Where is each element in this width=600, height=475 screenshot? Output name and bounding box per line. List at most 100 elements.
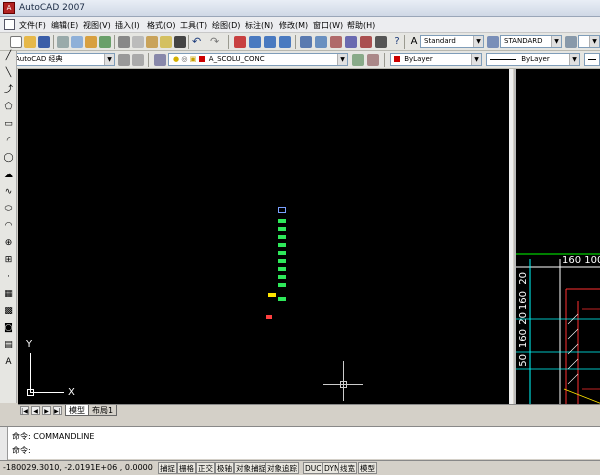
polar-toggle[interactable]: 极轴	[215, 462, 234, 474]
polygon-icon[interactable]: ⬠	[3, 102, 14, 113]
undo-icon[interactable]: ↶	[192, 36, 204, 48]
new-icon[interactable]	[10, 36, 22, 48]
paste-icon[interactable]	[146, 36, 158, 48]
preview-icon[interactable]	[71, 36, 83, 48]
separator	[228, 35, 229, 49]
detail-viewport[interactable]: 160 100 20 160 20 160 50	[514, 69, 600, 404]
layer-select[interactable]: ● ◎ ▣ A_SCOLU_CONC ▼	[168, 53, 348, 66]
menu-modify[interactable]: 修改(M)	[279, 20, 308, 31]
zoom-realtime-icon[interactable]	[249, 36, 261, 48]
polyline-icon[interactable]: ⤴	[3, 85, 14, 96]
ortho-toggle[interactable]: 正交	[196, 462, 215, 474]
menu-dimension[interactable]: 标注(N)	[245, 20, 273, 31]
pan-icon[interactable]	[234, 36, 246, 48]
table-icon[interactable]: ▤	[3, 340, 14, 351]
chevron-down-icon: ▼	[551, 36, 561, 47]
zoom-previous-icon[interactable]	[279, 36, 291, 48]
publish-icon[interactable]	[85, 36, 97, 48]
ellipse-arc-icon[interactable]: ◠	[3, 221, 14, 232]
menu-draw[interactable]: 绘图(D)	[212, 20, 240, 31]
grid-toggle[interactable]: 栅格	[177, 462, 196, 474]
layer-previous-icon[interactable]	[367, 54, 379, 66]
region-icon[interactable]: ◙	[3, 323, 14, 334]
sheet-set-icon[interactable]	[345, 36, 357, 48]
osnap-toggle[interactable]: 对象捕捉	[234, 462, 268, 474]
3d-dwf-icon[interactable]	[99, 36, 111, 48]
rectangle-icon[interactable]: ▭	[3, 119, 14, 130]
dim-style-select[interactable]: STANDARD ▼	[500, 35, 562, 48]
table-style-select[interactable]: ▼	[578, 35, 600, 48]
open-icon[interactable]	[24, 36, 36, 48]
canvas-scrollbar[interactable]	[509, 69, 513, 404]
color-select[interactable]: ByLayer ▼	[390, 53, 482, 66]
text-style-select[interactable]: Standard ▼	[420, 35, 484, 48]
workspace-settings-icon[interactable]	[118, 54, 130, 66]
calculator-icon[interactable]	[375, 36, 387, 48]
match-properties-icon[interactable]	[160, 36, 172, 48]
make-block-icon[interactable]: ⊞	[3, 255, 14, 266]
tab-next-icon[interactable]: ▶	[42, 406, 51, 415]
workspace-select[interactable]: AutoCAD 经典 ▼	[11, 53, 115, 66]
menu-edit[interactable]: 编辑(E)	[51, 20, 78, 31]
text-style-icon[interactable]: A	[408, 36, 420, 48]
point-icon[interactable]: ·	[3, 272, 14, 283]
tab-model[interactable]: 模型	[65, 405, 89, 416]
redo-icon[interactable]: ↷	[210, 36, 222, 48]
document-icon[interactable]	[4, 19, 15, 30]
zoom-window-icon[interactable]	[264, 36, 276, 48]
insert-block-icon[interactable]: ⊕	[3, 238, 14, 249]
hatch-icon[interactable]: ▦	[3, 289, 14, 300]
tab-layout1[interactable]: 布局1	[88, 405, 118, 416]
model-toggle[interactable]: 模型	[358, 462, 377, 474]
drawing-canvas[interactable]: Y X	[18, 69, 513, 404]
chevron-down-icon: ▼	[589, 36, 599, 47]
tab-first-icon[interactable]: |◀	[20, 406, 29, 415]
table-style-icon[interactable]	[565, 36, 577, 48]
design-center-icon[interactable]	[315, 36, 327, 48]
gradient-icon[interactable]: ▩	[3, 306, 14, 317]
menu-tools[interactable]: 工具(T)	[180, 20, 207, 31]
menu-help[interactable]: 帮助(H)	[347, 20, 375, 31]
block-editor-icon[interactable]	[174, 36, 186, 48]
layer-manager-icon[interactable]	[154, 54, 166, 66]
menu-format[interactable]: 格式(O)	[147, 20, 176, 31]
circle-icon[interactable]: ◯	[3, 153, 14, 164]
command-window[interactable]: 命令: COMMANDLINE 命令:	[0, 426, 600, 460]
revision-cloud-icon[interactable]: ☁	[3, 170, 14, 181]
menu-view[interactable]: 视图(V)	[83, 20, 111, 31]
line-icon[interactable]: ╱	[3, 51, 14, 62]
print-icon[interactable]	[57, 36, 69, 48]
properties-icon[interactable]	[300, 36, 312, 48]
markup-icon[interactable]	[360, 36, 372, 48]
arc-icon[interactable]: ◜	[3, 136, 14, 147]
linetype-select[interactable]: ByLayer ▼	[486, 53, 580, 66]
menu-insert[interactable]: 插入(I)	[115, 20, 140, 31]
ucs-origin-icon	[27, 389, 34, 396]
separator	[188, 35, 189, 49]
snap-toggle[interactable]: 捕捉	[158, 462, 177, 474]
tool-palettes-icon[interactable]	[330, 36, 342, 48]
tab-last-icon[interactable]: ▶|	[53, 406, 62, 415]
otrack-toggle[interactable]: 对象追踪	[265, 462, 299, 474]
command-window-handle[interactable]	[0, 427, 8, 460]
dim-label-2: 20	[518, 272, 529, 285]
menu-file[interactable]: 文件(F)	[19, 20, 46, 31]
construction-line-icon[interactable]: ╲	[3, 68, 14, 79]
make-current-icon[interactable]	[352, 54, 364, 66]
spline-icon[interactable]: ∿	[3, 187, 14, 198]
help-icon[interactable]: ?	[391, 36, 403, 48]
lineweight-select[interactable]	[584, 53, 600, 66]
ellipse-icon[interactable]: ⬭	[3, 204, 14, 215]
command-prompt[interactable]: 命令:	[12, 445, 31, 456]
dim-label-6: 50	[518, 354, 529, 367]
lineweight-toggle[interactable]: 线宽	[338, 462, 357, 474]
dim-style-icon[interactable]	[487, 36, 499, 48]
menu-window[interactable]: 窗口(W)	[313, 20, 343, 31]
cut-icon[interactable]	[118, 36, 130, 48]
tab-prev-icon[interactable]: ◀	[31, 406, 40, 415]
save-icon[interactable]	[38, 36, 50, 48]
coordinates-readout[interactable]: -180029.3010, -2.0191E+06 , 0.0000	[3, 463, 153, 472]
workspace-save-icon[interactable]	[132, 54, 144, 66]
mtext-icon[interactable]: A	[3, 357, 14, 368]
copy-icon[interactable]	[132, 36, 144, 48]
